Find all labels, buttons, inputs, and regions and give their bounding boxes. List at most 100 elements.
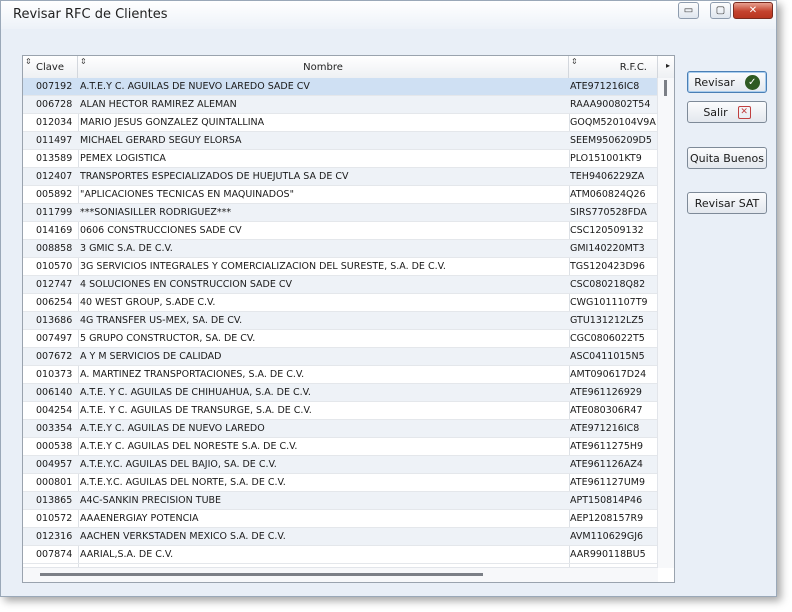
clave-cell: 010570: [36, 261, 73, 272]
nombre-cell: AARIAL,S.A. DE C.V.: [80, 549, 174, 560]
table-row[interactable]: 004957 A.T.E.Y.C. AGUILAS DEL BAJIO, SA. …: [23, 456, 658, 474]
window: Revisar RFC de Clientes ▭ ▢ ✕ ⇕ Clave ⇕ …: [0, 0, 777, 597]
nombre-cell: TRANSPORTES ESPECIALIZADOS DE HUEJUTLA S…: [80, 171, 349, 182]
rfc-cell: APT150814P46: [570, 495, 643, 506]
rfc-cell: ATE9611275H9: [570, 441, 644, 452]
table-row[interactable]: 007192 A.T.E.Y C. AGUILAS DE NUEVO LAREDO…: [23, 78, 658, 96]
revisar-sat-button[interactable]: Revisar SAT: [687, 192, 767, 214]
table-row[interactable]: 013686 4G TRANSFER US-MEX, SA. DE CV. GTU1…: [23, 312, 658, 330]
nombre-cell: A Y M SERVICIOS DE CALIDAD: [80, 351, 222, 362]
grid-header: ⇕ Clave ⇕ Nombre ⇕ R.F.C. ▸: [23, 56, 674, 79]
nombre-cell: PEMEX LOGISTICA: [80, 153, 166, 164]
quita-buenos-button[interactable]: Quita Buenos: [687, 147, 767, 169]
scroll-right-arrow-icon[interactable]: ▸: [666, 61, 670, 70]
table-row[interactable]: 011799 ***SONIASILLER RODRIGUEZ*** SIRS770…: [23, 204, 658, 222]
table-row[interactable]: 008858 3 GMIC S.A. DE C.V. GMI140220MT3: [23, 240, 658, 258]
clave-cell: 013686: [36, 315, 73, 326]
nombre-cell: A.T.E.Y C. AGUILAS DE NUEVO LAREDO SADE …: [80, 81, 310, 92]
sort-icon: ⇕: [25, 57, 32, 66]
table-row[interactable]: 012316 AACHEN VERKSTADEN MEXICO S.A. DE C…: [23, 528, 658, 546]
table-row[interactable]: 012747 4 SOLUCIONES EN CONSTRUCCION SADE …: [23, 276, 658, 294]
horizontal-scrollbar[interactable]: [23, 567, 658, 582]
nombre-cell: A.T.E.Y C. AGUILAS DEL NORESTE S.A. DE C…: [80, 441, 298, 452]
table-row[interactable]: 006140 A.T.E. Y C. AGUILAS DE CHIHUAHUA, …: [23, 384, 658, 402]
clients-grid[interactable]: ⇕ Clave ⇕ Nombre ⇕ R.F.C. ▸ 007192 A.T.E.…: [22, 55, 675, 583]
rfc-cell: AMT090617D24: [570, 369, 647, 380]
nombre-cell: 3 GMIC S.A. DE C.V.: [80, 243, 173, 254]
column-header-clave[interactable]: ⇕ Clave: [23, 56, 78, 78]
table-row[interactable]: 010373 A. MARTINEZ TRANSPORTACIONES, S.A.…: [23, 366, 658, 384]
nombre-cell: 0606 CONSTRUCCIONES SADE CV: [80, 225, 242, 236]
nombre-cell: 3G SERVICIOS INTEGRALES Y COMERCIALIZACI…: [80, 261, 446, 272]
rfc-cell: SIRS770528FDA: [570, 207, 647, 218]
maximize-button[interactable]: ▢: [710, 2, 731, 19]
column-label: R.F.C.: [619, 62, 647, 73]
rfc-cell: ATE961126AZ4: [570, 459, 643, 470]
clave-cell: 012747: [36, 279, 73, 290]
clave-cell: 010373: [36, 369, 73, 380]
vertical-scrollbar[interactable]: [657, 78, 674, 568]
clave-cell: 014169: [36, 225, 73, 236]
table-row[interactable]: 011497 MICHAEL GERARD SEGUY ELORSA SEEM950…: [23, 132, 658, 150]
table-row[interactable]: 012407 TRANSPORTES ESPECIALIZADOS DE HUEJ…: [23, 168, 658, 186]
table-row[interactable]: 007874 AARIAL,S.A. DE C.V. AAR990118BU5: [23, 546, 658, 564]
vertical-scroll-thumb[interactable]: [664, 80, 667, 96]
window-title: Revisar RFC de Clientes: [13, 7, 168, 22]
table-row[interactable]: 010570 3G SERVICIOS INTEGRALES Y COMERCIA…: [23, 258, 658, 276]
clave-cell: 006728: [36, 99, 73, 110]
sort-icon: ⇕: [571, 57, 578, 66]
table-row[interactable]: 000538 A.T.E.Y C. AGUILAS DEL NORESTE S.A…: [23, 438, 658, 456]
rfc-cell: ATE971216IC8: [570, 81, 640, 92]
table-row[interactable]: 013865 A4C-SANKIN PRECISION TUBE APT150814…: [23, 492, 658, 510]
table-row[interactable]: 010572 AAAENERGIAY POTENCIA AEP1208157R9: [23, 510, 658, 528]
table-row[interactable]: 014169 0606 CONSTRUCCIONES SADE CV CSC1205…: [23, 222, 658, 240]
rfc-cell: AVM110629GJ6: [570, 531, 644, 542]
check-icon: ✓: [744, 74, 760, 90]
nombre-cell: A.T.E.Y.C. AGUILAS DEL BAJIO, SA. DE C.V…: [80, 459, 277, 470]
close-button[interactable]: ✕: [733, 2, 773, 19]
table-row[interactable]: 006728 ALAN HECTOR RAMIREZ ALEMAN RAAA9008…: [23, 96, 658, 114]
nombre-cell: ***SONIASILLER RODRIGUEZ***: [80, 207, 232, 218]
table-row[interactable]: 004254 A.T.E. Y C. AGUILAS DE TRANSURGE, …: [23, 402, 658, 420]
table-row[interactable]: 007497 5 GRUPO CONSTRUCTOR, SA. DE CV. CGC…: [23, 330, 658, 348]
nombre-cell: A.T.E.Y C. AGUILAS DE NUEVO LAREDO: [80, 423, 265, 434]
table-row[interactable]: 006254 40 WEST GROUP, S.ADE C.V. CWG101110…: [23, 294, 658, 312]
horizontal-scroll-thumb[interactable]: [40, 573, 483, 576]
rfc-cell: AEP1208157R9: [570, 513, 644, 524]
nombre-cell: A.T.E. Y C. AGUILAS DE TRANSURGE, S.A. D…: [80, 405, 312, 416]
clave-cell: 005892: [36, 189, 73, 200]
clave-cell: 006254: [36, 297, 73, 308]
minimize-button[interactable]: ▭: [678, 2, 699, 19]
nombre-cell: 4G TRANSFER US-MEX, SA. DE CV.: [80, 315, 243, 326]
rfc-cell: GOQM520104V9A: [570, 117, 656, 128]
rfc-cell: AAR990118BU5: [570, 549, 646, 560]
table-row[interactable]: 007672 A Y M SERVICIOS DE CALIDAD ASC04110…: [23, 348, 658, 366]
nombre-cell: "APLICACIONES TECNICAS EN MAQUINADOS": [80, 189, 294, 200]
sort-icon: ⇕: [80, 57, 87, 66]
column-header-rfc[interactable]: ⇕ R.F.C.: [569, 56, 658, 78]
salir-button[interactable]: Salir ✕: [687, 101, 767, 123]
nombre-cell: A. MARTINEZ TRANSPORTACIONES, S.A. DE C.…: [80, 369, 305, 380]
column-label: Nombre: [303, 62, 343, 73]
table-row[interactable]: 012034 MARIO JESUS GONZALEZ QUINTALLINA GO…: [23, 114, 658, 132]
clave-cell: 011799: [36, 207, 73, 218]
clave-cell: 007192: [36, 81, 73, 92]
clave-cell: 004957: [36, 459, 73, 470]
table-row[interactable]: 000801 A.T.E.Y.C. AGUILAS DEL NORTE, S.A.…: [23, 474, 658, 492]
table-row[interactable]: 005892 "APLICACIONES TECNICAS EN MAQUINAD…: [23, 186, 658, 204]
rfc-cell: TEH9406229ZA: [570, 171, 645, 182]
rfc-cell: ATE080306R47: [570, 405, 643, 416]
column-label: Clave: [36, 62, 64, 73]
nombre-cell: AAAENERGIAY POTENCIA: [80, 513, 199, 524]
table-row[interactable]: 003354 A.T.E.Y C. AGUILAS DE NUEVO LAREDO…: [23, 420, 658, 438]
table-row[interactable]: 013589 PEMEX LOGISTICA PLO151001KT9: [23, 150, 658, 168]
revisar-button[interactable]: Revisar ✓: [687, 71, 767, 93]
nombre-cell: 40 WEST GROUP, S.ADE C.V.: [80, 297, 216, 308]
rfc-cell: ATE961127UM9: [570, 477, 646, 488]
nombre-cell: MICHAEL GERARD SEGUY ELORSA: [80, 135, 242, 146]
rfc-cell: CWG1011107T9: [570, 297, 648, 308]
clave-cell: 003354: [36, 423, 73, 434]
column-header-nombre[interactable]: ⇕ Nombre: [78, 56, 569, 78]
nombre-cell: A.T.E.Y.C. AGUILAS DEL NORTE, S.A. DE C.…: [80, 477, 286, 488]
nombre-cell: 4 SOLUCIONES EN CONSTRUCCION SADE CV: [80, 279, 292, 290]
